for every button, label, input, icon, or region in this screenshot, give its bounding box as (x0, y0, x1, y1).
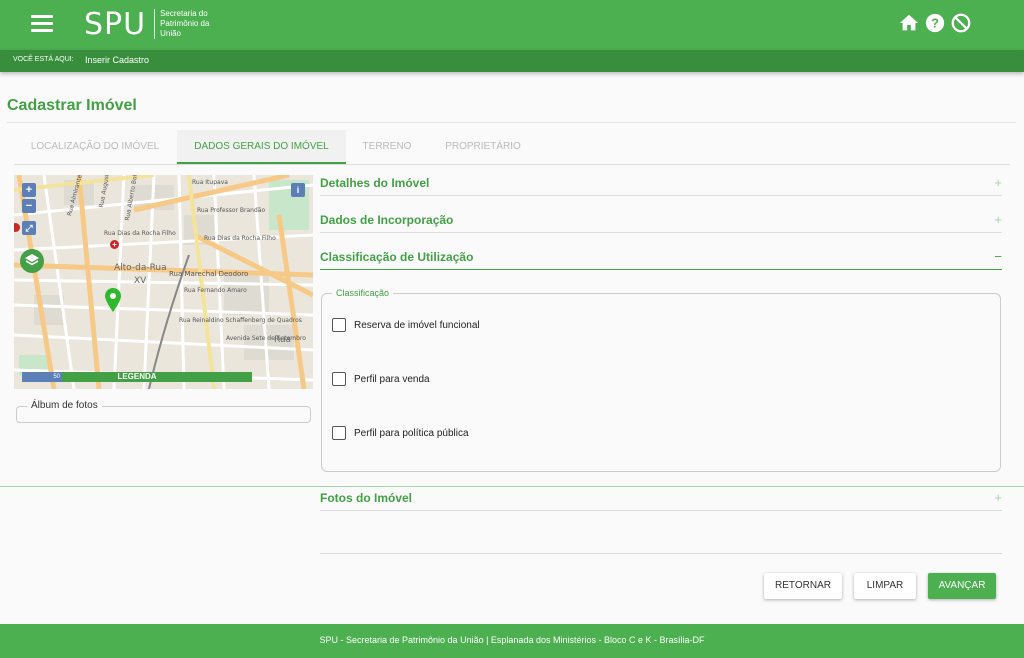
breadcrumb: VOCÊ ESTÁ AQUI: Inserir Cadastro (0, 50, 1024, 72)
checkbox-politica-publica[interactable]: Perfil para política pública (332, 426, 469, 440)
logo-text: Secretaria do Patrimônio da União (160, 9, 210, 38)
classificacao-legend: Classificação (332, 288, 394, 298)
checkbox-label: Perfil para política pública (354, 427, 469, 439)
svg-text:?: ? (931, 16, 939, 31)
legend-button[interactable]: 50 LEGENDA (22, 372, 252, 382)
location-pin-icon[interactable] (105, 288, 121, 312)
expand-icon[interactable]: + (994, 212, 1002, 227)
section-divider (0, 486, 1024, 487)
expand-icon[interactable]: + (994, 175, 1002, 190)
tab-dados-gerais[interactable]: DADOS GERAIS DO IMÓVEL (177, 130, 346, 164)
form-bottom-divider (320, 553, 1002, 554)
zoom-out-button[interactable]: − (22, 199, 36, 213)
neighborhood-label: Alto-da-Rua (114, 263, 167, 273)
top-app-bar: SPU Secretaria do Patrimônio da União ? (0, 0, 1024, 50)
back-button[interactable]: RETORNAR (764, 573, 842, 599)
logo-mark: SPU (84, 6, 147, 42)
footer: SPU - Secretaria de Patrimônio da União … (0, 624, 1024, 658)
scale-bar: 50 (22, 372, 62, 382)
checkbox-label: Perfil para venda (354, 373, 430, 385)
section-title: Classificação de Utilização (320, 250, 474, 264)
street-label: Rua Itupava (192, 179, 228, 186)
section-dados-incorporacao[interactable]: Dados de Incorporação + (320, 212, 1002, 233)
block-icon[interactable] (950, 12, 972, 34)
location-map[interactable]: Rua Itupava Rua Professor Brandão Rua Di… (14, 175, 313, 389)
street-label: Rua Marechal Deodoro (169, 270, 249, 278)
help-icon[interactable]: ? (924, 12, 946, 34)
spu-logo[interactable]: SPU Secretaria do Patrimônio da União (84, 6, 230, 42)
street-label: Rua Fernando Amaro (184, 287, 247, 294)
page-title: Cadastrar Imóvel (7, 97, 137, 114)
checkbox-label: Reserva de imóvel funcional (354, 319, 480, 331)
legend-label: LEGENDA (117, 372, 157, 381)
section-title: Detalhes do Imóvel (320, 176, 430, 190)
street-label: Rua Professor Brandão (197, 207, 266, 214)
section-classificacao-utilizacao[interactable]: Classificação de Utilização − (320, 249, 1002, 270)
tab-terreno[interactable]: TERRENO (346, 130, 428, 164)
next-button[interactable]: AVANÇAR (928, 573, 996, 599)
collapse-icon[interactable]: − (994, 249, 1002, 264)
menu-icon[interactable] (31, 15, 53, 33)
logo-divider (154, 9, 156, 39)
tab-bar: LOCALIZAÇÃO DO IMÓVEL DADOS GERAIS DO IM… (14, 130, 1010, 165)
checkbox-perfil-venda[interactable]: Perfil para venda (332, 372, 430, 386)
checkbox-box[interactable] (332, 318, 346, 332)
info-button[interactable]: i (291, 183, 305, 197)
clear-button[interactable]: LIMPAR (854, 573, 916, 599)
section-title: Dados de Incorporação (320, 213, 454, 227)
section-title: Fotos do Imóvel (320, 491, 413, 505)
photo-album-label: Álbum de fotos (27, 400, 102, 411)
checkbox-box[interactable] (332, 426, 346, 440)
breadcrumb-current[interactable]: Inserir Cadastro (85, 55, 149, 65)
title-divider (7, 122, 1016, 123)
street-label: Rua Reinaldino Schaffenberg de Quadros (179, 317, 302, 324)
breadcrumb-label: VOCÊ ESTÁ AQUI: (13, 56, 74, 63)
street-label: Avenida Sete de Setembro (226, 335, 306, 342)
checkbox-box[interactable] (332, 372, 346, 386)
checkbox-reserva-funcional[interactable]: Reserva de imóvel funcional (332, 318, 480, 332)
zoom-in-button[interactable]: + (22, 183, 36, 197)
layers-icon[interactable] (20, 249, 44, 273)
street-label: Rua Dias da Rocha Filho (204, 235, 276, 242)
expand-icon[interactable]: + (994, 490, 1002, 505)
hospital-marker[interactable]: + (110, 240, 119, 249)
street-label: Rua Dias da Rocha Filho (104, 230, 176, 237)
photo-album-fieldset[interactable]: Álbum de fotos (16, 400, 311, 423)
tab-proprietario[interactable]: PROPRIETÁRIO (428, 130, 538, 164)
fullscreen-icon[interactable]: ⤢ (22, 221, 36, 235)
home-icon[interactable] (898, 12, 920, 34)
top-icon-group: ? (898, 12, 972, 34)
map-streets (14, 175, 313, 389)
section-detalhes-imovel[interactable]: Detalhes do Imóvel + (320, 175, 1002, 196)
neighborhood-label: XV (134, 276, 147, 286)
tab-localizacao[interactable]: LOCALIZAÇÃO DO IMÓVEL (14, 130, 176, 164)
classificacao-fieldset: Classificação Reserva de imóvel funciona… (321, 288, 1001, 472)
neighborhood-label: Rua (274, 335, 292, 345)
section-fotos-imovel[interactable]: Fotos do Imóvel + (320, 490, 1002, 511)
